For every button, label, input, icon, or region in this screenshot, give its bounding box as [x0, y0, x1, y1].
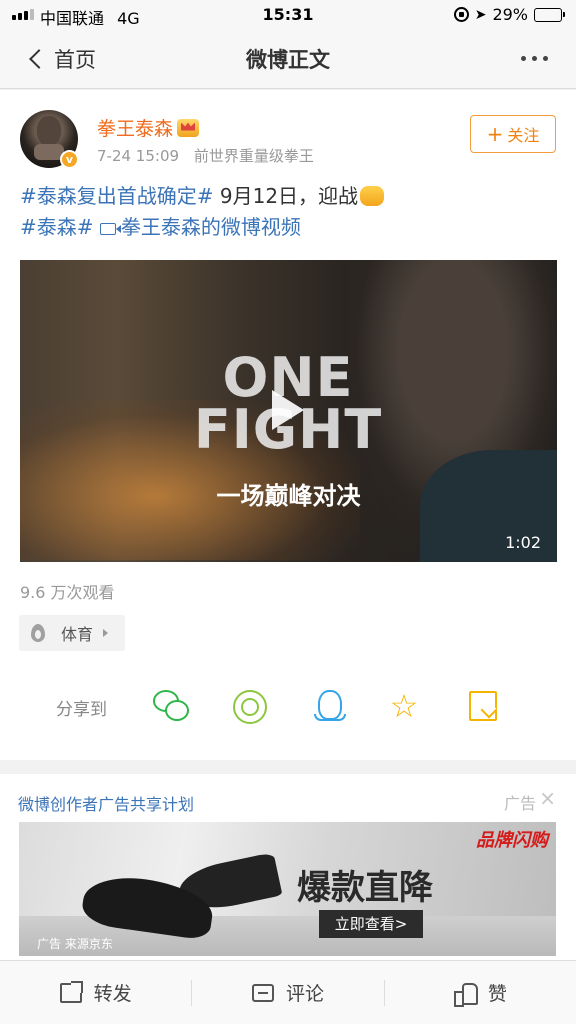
battery-icon [534, 7, 565, 22]
video-link-text: 拳王泰森的微博视频 [120, 215, 301, 239]
post-text: #泰森复出首战确定# 9月12日，迎战 #泰森# 拳王泰森的微博视频 [20, 181, 560, 243]
qq-icon[interactable] [312, 690, 346, 722]
favorite-star-icon[interactable]: ☆ [387, 690, 421, 722]
thumbs-up-icon [453, 982, 478, 1007]
like-button[interactable]: 赞 [385, 961, 576, 1024]
ad-cta-button[interactable]: 立即查看> [319, 910, 423, 938]
comment-label: 评论 [285, 983, 324, 1005]
ad-label: 广告 [503, 794, 536, 813]
post-meta: 7-24 15:09 前世界重量级拳王 [97, 145, 314, 166]
action-bar: 转发 评论 赞 [0, 960, 576, 1024]
like-label: 赞 [487, 983, 507, 1005]
topic-link[interactable]: #泰森复出首战确定# [20, 184, 214, 208]
ad-card: 微博创作者广告共享计划 广告 × 品牌闪购 爆款直降 立即查看> 广告 来源京东 [0, 774, 576, 960]
wechat-icon[interactable] [153, 690, 189, 722]
repost-label: 转发 [93, 983, 132, 1005]
rotation-lock-icon [453, 7, 469, 22]
category-tag[interactable]: 体育 [19, 615, 125, 651]
category-tag-label: 体育 [61, 625, 94, 644]
comment-button[interactable]: 评论 [192, 961, 383, 1024]
follow-button[interactable]: + 关注 [470, 115, 556, 153]
author-name-text: 拳王泰森 [97, 118, 174, 140]
status-bar: 中国联通 4G 15:31 ➤ 29% [0, 0, 576, 30]
topic-link[interactable]: #泰森# [20, 215, 94, 239]
play-icon[interactable] [272, 390, 304, 430]
author-name[interactable]: 拳王泰森 [97, 114, 200, 141]
location-arrow-icon: ➤ [474, 6, 487, 23]
follow-label: 关注 [507, 126, 540, 145]
share-row: 分享到 ☆ [0, 680, 576, 730]
plus-icon: + [486, 122, 504, 146]
more-options-button[interactable] [521, 56, 548, 61]
flame-icon [31, 624, 45, 642]
post-time: 7-24 15:09 [97, 147, 180, 165]
brand-logo: 品牌闪购 [476, 830, 548, 851]
chevron-right-icon [103, 629, 109, 637]
author-bio: 前世界重量级拳王 [193, 147, 314, 165]
share-label: 分享到 [56, 700, 107, 720]
repost-button[interactable]: 转发 [0, 961, 191, 1024]
video-subtitle: 一场巅峰对决 [216, 482, 361, 510]
ad-banner[interactable]: 品牌闪购 爆款直降 立即查看> 广告 来源京东 [19, 822, 556, 956]
post-body: 9月12日，迎战 [213, 184, 359, 208]
page-title: 微博正文 [246, 48, 330, 72]
repost-icon [59, 980, 83, 1003]
comment-icon [251, 983, 274, 1002]
nav-bar: 首页 微博正文 [0, 30, 576, 89]
status-right: ➤ 29% [453, 5, 565, 24]
ad-source: 广告 来源京东 [37, 937, 113, 951]
video-player[interactable]: ONE FIGHT 一场巅峰对决 1:02 [20, 260, 557, 562]
verified-badge-icon: v [60, 150, 79, 169]
video-link[interactable]: 拳王泰森的微博视频 [99, 215, 301, 239]
moments-icon[interactable] [232, 690, 267, 724]
video-duration: 1:02 [505, 533, 541, 552]
fist-emoji-icon [360, 186, 385, 206]
battery-percent: 29% [492, 5, 528, 24]
ad-headline: 爆款直降 [297, 868, 433, 908]
post-card: v 拳王泰森 7-24 15:09 前世界重量级拳王 + 关注 #泰森复出首战确… [0, 90, 576, 760]
view-count: 9.6 万次观看 [20, 583, 115, 602]
video-camera-icon [99, 223, 121, 235]
save-image-icon[interactable] [467, 690, 501, 722]
vip-crown-icon [177, 118, 200, 137]
close-icon[interactable]: × [539, 788, 556, 808]
ad-program-link[interactable]: 微博创作者广告共享计划 [18, 791, 194, 815]
